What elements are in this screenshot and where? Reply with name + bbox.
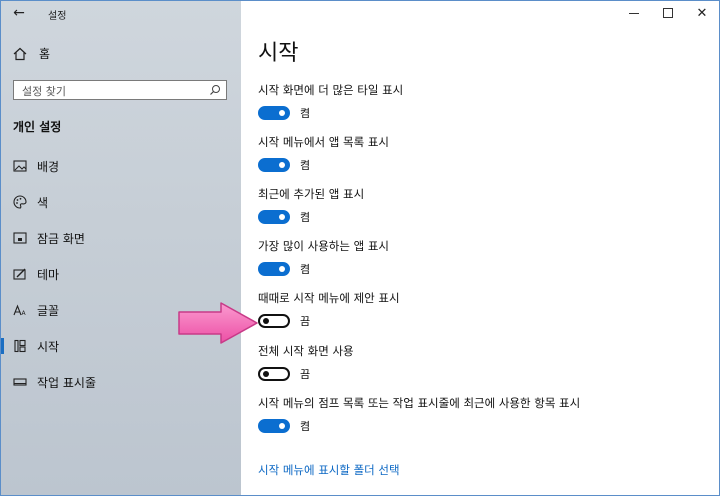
pink-arrow-icon xyxy=(178,302,258,344)
toggle-state: 켬 xyxy=(300,420,311,433)
setting-app-list: 시작 메뉴에서 앱 목록 표시 켬 xyxy=(258,134,598,173)
sidebar: ← 설정 홈 설정 찾기 개인 설정 배경 색 잠금 화면 테마 A 글꼴 시작… xyxy=(1,1,241,495)
toggle-switch[interactable] xyxy=(258,314,290,328)
choose-folders-link[interactable]: 시작 메뉴에 표시할 폴더 선택 xyxy=(258,462,400,478)
toggle-state: 끔 xyxy=(300,315,311,328)
toggle-switch[interactable] xyxy=(258,367,290,381)
search-box[interactable]: 설정 찾기 xyxy=(13,80,227,100)
setting-full-screen: 전체 시작 화면 사용 끔 xyxy=(258,343,598,382)
main-panel: ✕ 시작 시작 화면에 더 많은 타일 표시 켬 시작 메뉴에서 앱 목록 표시… xyxy=(241,1,719,495)
setting-most-used: 가장 많이 사용하는 앱 표시 켬 xyxy=(258,238,598,277)
search-icon[interactable] xyxy=(209,84,221,96)
back-arrow-icon[interactable]: ← xyxy=(9,5,29,21)
search-input[interactable]: 설정 찾기 xyxy=(22,83,66,99)
setting-label: 전체 시작 화면 사용 xyxy=(258,344,354,358)
theme-icon xyxy=(13,267,27,281)
sidebar-item-label: 잠금 화면 xyxy=(37,232,85,246)
settings-window: ← 설정 홈 설정 찾기 개인 설정 배경 색 잠금 화면 테마 A 글꼴 시작… xyxy=(0,0,720,496)
sidebar-item-background[interactable]: 배경 xyxy=(1,148,241,184)
font-icon: A xyxy=(13,303,27,317)
toggle-state: 켬 xyxy=(300,263,311,276)
start-icon xyxy=(13,339,27,353)
sidebar-item-lock-screen[interactable]: 잠금 화면 xyxy=(1,220,241,256)
window-title: 설정 xyxy=(48,11,67,22)
section-title: 개인 설정 xyxy=(13,120,62,134)
toggle-state: 켬 xyxy=(300,159,311,172)
setting-label: 때때로 시작 메뉴에 제안 표시 xyxy=(258,291,400,305)
close-icon: ✕ xyxy=(696,5,708,21)
setting-label: 시작 화면에 더 많은 타일 표시 xyxy=(258,83,404,97)
sidebar-item-label: 배경 xyxy=(37,160,60,174)
setting-jump-lists: 시작 메뉴의 점프 목록 또는 작업 표시줄에 최근에 사용한 항목 표시 켬 xyxy=(258,395,598,434)
taskbar-icon xyxy=(13,375,27,389)
active-indicator xyxy=(1,338,4,354)
sidebar-item-taskbar[interactable]: 작업 표시줄 xyxy=(1,364,241,400)
home-nav-item[interactable]: 홈 xyxy=(13,45,50,62)
toggle-state: 끔 xyxy=(300,368,311,381)
setting-recent-apps: 최근에 추가된 앱 표시 켬 xyxy=(258,186,598,225)
minimize-button[interactable] xyxy=(617,1,651,25)
toggle-switch[interactable] xyxy=(258,210,290,224)
home-label: 홈 xyxy=(39,47,51,61)
setting-more-tiles: 시작 화면에 더 많은 타일 표시 켬 xyxy=(258,82,598,121)
sidebar-nav: 배경 색 잠금 화면 테마 A 글꼴 시작 작업 표시줄 xyxy=(1,148,241,400)
sidebar-item-label: 색 xyxy=(37,196,49,210)
minimize-icon xyxy=(629,12,639,14)
toggle-switch[interactable] xyxy=(258,419,290,433)
toggle-state: 켬 xyxy=(300,107,311,120)
sidebar-item-label: 시작 xyxy=(37,340,60,354)
sidebar-item-color[interactable]: 색 xyxy=(1,184,241,220)
home-icon xyxy=(13,47,27,60)
lock-screen-icon xyxy=(13,231,27,245)
palette-icon xyxy=(13,195,27,209)
maximize-button[interactable] xyxy=(651,1,685,25)
close-button[interactable]: ✕ xyxy=(685,1,719,25)
toggle-switch[interactable] xyxy=(258,262,290,276)
page-title: 시작 xyxy=(258,41,299,66)
toggle-switch[interactable] xyxy=(258,158,290,172)
setting-label: 시작 메뉴에서 앱 목록 표시 xyxy=(258,135,390,149)
toggle-state: 켬 xyxy=(300,211,311,224)
image-icon xyxy=(13,159,27,173)
sidebar-item-label: 테마 xyxy=(37,268,60,282)
svg-text:A: A xyxy=(22,310,27,317)
setting-suggestions: 때때로 시작 메뉴에 제안 표시 끔 xyxy=(258,290,598,329)
setting-label: 최근에 추가된 앱 표시 xyxy=(258,187,365,201)
setting-label: 가장 많이 사용하는 앱 표시 xyxy=(258,239,390,253)
sidebar-item-label: 작업 표시줄 xyxy=(37,376,97,390)
window-controls: ✕ xyxy=(617,1,719,25)
toggle-switch[interactable] xyxy=(258,106,290,120)
sidebar-item-theme[interactable]: 테마 xyxy=(1,256,241,292)
setting-label: 시작 메뉴의 점프 목록 또는 작업 표시줄에 최근에 사용한 항목 표시 xyxy=(258,396,581,410)
maximize-icon xyxy=(663,8,673,18)
sidebar-item-label: 글꼴 xyxy=(37,304,60,318)
